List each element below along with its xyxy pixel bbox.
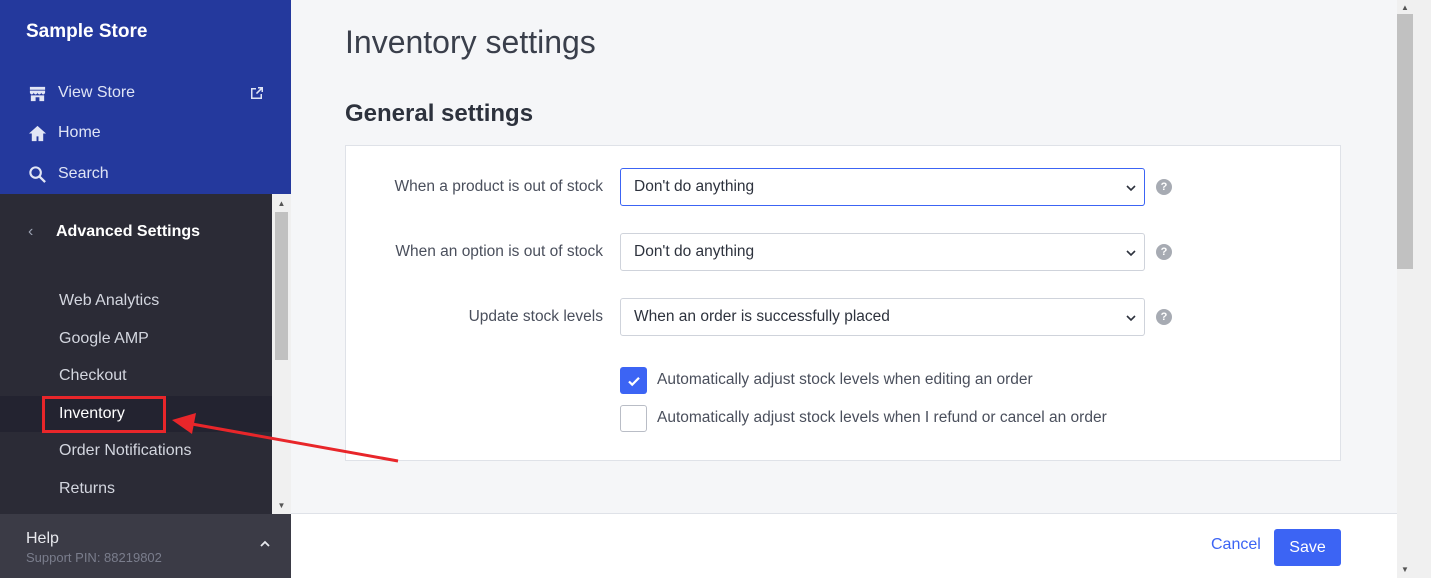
chevron-down-icon bbox=[1125, 181, 1137, 193]
section-title: General settings bbox=[345, 100, 534, 127]
external-link-icon[interactable] bbox=[249, 85, 265, 101]
help-icon[interactable]: ? bbox=[1156, 244, 1172, 260]
sidebar-item-label: Returns bbox=[59, 480, 116, 497]
sidebar-item-returns[interactable]: Returns bbox=[0, 471, 272, 507]
update-stock-levels-select[interactable]: When an order is successfully placed bbox=[620, 298, 1145, 336]
adjust-on-edit-label: Automatically adjust stock levels when e… bbox=[657, 371, 1033, 388]
sidebar-item-google-amp[interactable]: Google AMP bbox=[0, 321, 272, 357]
sidebar-item-label: Google AMP bbox=[59, 330, 149, 347]
store-icon bbox=[26, 83, 48, 103]
sidebar-item-label: Web Analytics bbox=[59, 292, 160, 309]
sidebar-item-label: Order Notifications bbox=[59, 442, 192, 459]
sidebar-item-label: Checkout bbox=[59, 367, 127, 384]
chevron-down-icon bbox=[1125, 311, 1137, 323]
select-value: Don't do anything bbox=[634, 178, 755, 195]
sidebar-section-title: Advanced Settings bbox=[56, 223, 201, 240]
scroll-up-icon[interactable]: ▲ bbox=[1397, 0, 1413, 14]
select-value: Don't do anything bbox=[634, 243, 755, 260]
chevron-left-icon: ‹ bbox=[28, 223, 34, 240]
field-label-product-out-of-stock: When a product is out of stock bbox=[394, 178, 604, 195]
annotation-highlight-box bbox=[42, 396, 166, 433]
sidebar-item-web-analytics[interactable]: Web Analytics bbox=[0, 283, 272, 319]
sidebar-scrollbar[interactable]: ▲ ▼ bbox=[272, 194, 291, 514]
adjust-on-refund-checkbox[interactable] bbox=[620, 405, 647, 432]
sidebar-item-order-notifications[interactable]: Order Notifications bbox=[0, 433, 272, 469]
page-scrollbar[interactable]: ▲ ▼ bbox=[1397, 0, 1431, 578]
home-icon bbox=[26, 123, 48, 143]
settings-card: When a product is out of stock Don't do … bbox=[345, 145, 1341, 461]
chevron-up-icon[interactable] bbox=[257, 536, 273, 552]
product-out-of-stock-select[interactable]: Don't do anything bbox=[620, 168, 1145, 206]
cancel-button[interactable]: Cancel bbox=[1211, 536, 1261, 554]
page-title: Inventory settings bbox=[345, 24, 596, 60]
sidebar-help-panel[interactable]: Help Support PIN: 88219802 bbox=[0, 514, 291, 578]
sidebar: Sample Store View Store Home Search ‹ Ad… bbox=[0, 0, 291, 578]
sidebar-link-home[interactable]: Home bbox=[26, 121, 101, 145]
option-out-of-stock-select[interactable]: Don't do anything bbox=[620, 233, 1145, 271]
help-icon[interactable]: ? bbox=[1156, 309, 1172, 325]
page-scroll-thumb[interactable] bbox=[1397, 14, 1413, 269]
store-name: Sample Store bbox=[26, 21, 148, 42]
save-button[interactable]: Save bbox=[1274, 529, 1341, 566]
advanced-settings-back[interactable]: ‹ Advanced Settings bbox=[0, 220, 272, 244]
checkmark-icon bbox=[627, 376, 640, 386]
action-bar: Cancel Save bbox=[291, 513, 1397, 578]
sidebar-link-label: Search bbox=[58, 165, 109, 182]
scroll-down-icon[interactable]: ▼ bbox=[1397, 562, 1413, 576]
help-label: Help bbox=[26, 530, 59, 547]
sidebar-link-label: Home bbox=[58, 124, 101, 141]
adjust-on-edit-checkbox[interactable] bbox=[620, 367, 647, 394]
select-value: When an order is successfully placed bbox=[634, 308, 890, 325]
support-pin: Support PIN: 88219802 bbox=[26, 550, 162, 565]
main-content: Inventory settings General settings When… bbox=[291, 0, 1397, 578]
field-label-option-out-of-stock: When an option is out of stock bbox=[395, 243, 603, 260]
sidebar-header: Sample Store View Store Home Search bbox=[0, 0, 291, 194]
search-icon bbox=[26, 164, 48, 184]
scroll-up-icon[interactable]: ▲ bbox=[272, 196, 291, 210]
sidebar-link-search[interactable]: Search bbox=[26, 162, 109, 186]
sidebar-menu: ‹ Advanced Settings Web Analytics Google… bbox=[0, 194, 272, 514]
sidebar-scroll-thumb[interactable] bbox=[275, 212, 288, 360]
field-label-update-stock-levels: Update stock levels bbox=[468, 308, 603, 325]
help-icon[interactable]: ? bbox=[1156, 179, 1172, 195]
scroll-down-icon[interactable]: ▼ bbox=[272, 498, 291, 512]
chevron-down-icon bbox=[1125, 246, 1137, 258]
sidebar-item-checkout[interactable]: Checkout bbox=[0, 358, 272, 394]
sidebar-link-view-store[interactable]: View Store bbox=[26, 81, 135, 105]
adjust-on-refund-label: Automatically adjust stock levels when I… bbox=[657, 409, 1107, 426]
sidebar-link-label: View Store bbox=[58, 84, 136, 101]
